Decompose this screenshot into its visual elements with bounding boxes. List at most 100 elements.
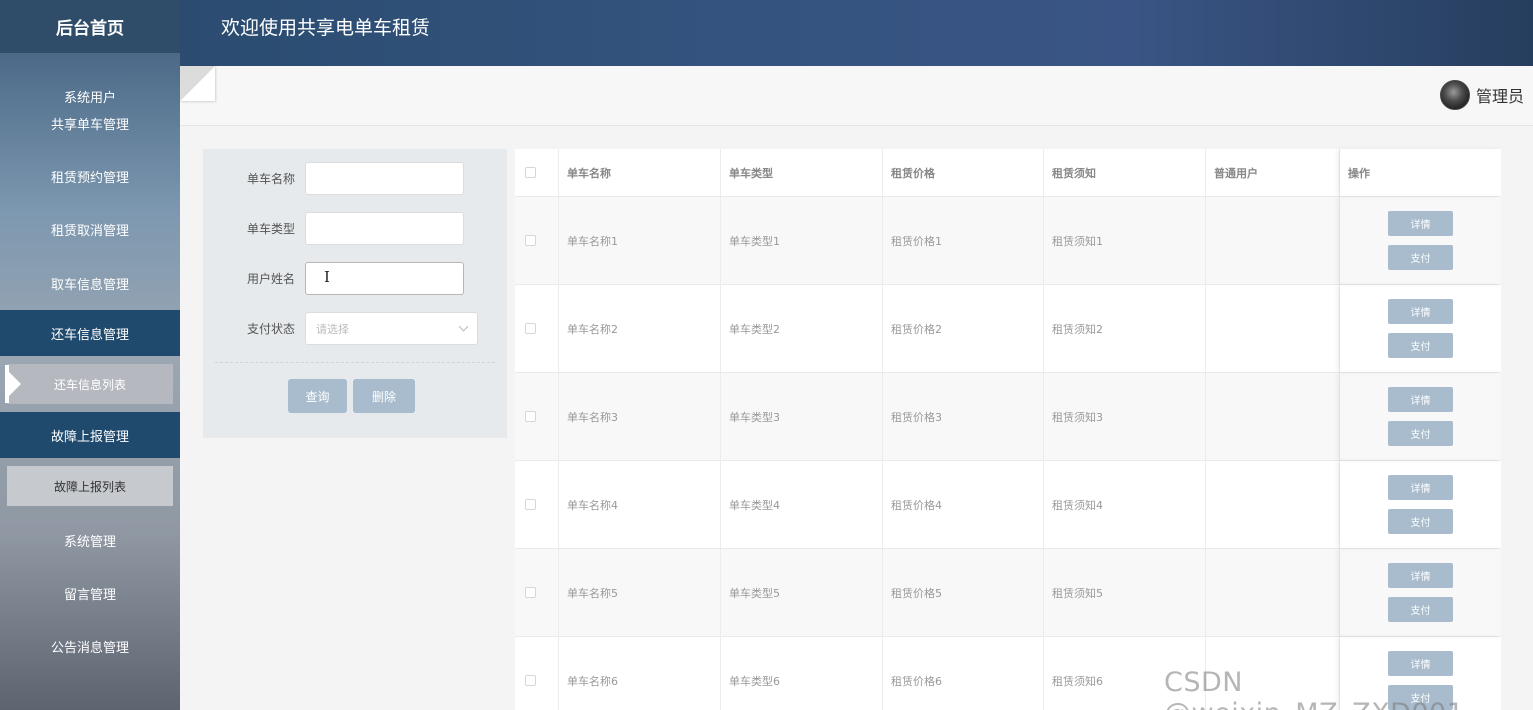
pay-status-select[interactable]: 请选择 [305, 312, 478, 345]
row-checkbox-cell [515, 285, 559, 372]
form-row-pay-status: 支付状态 请选择 [203, 312, 478, 345]
column-header: 普通用户 [1206, 149, 1340, 196]
pay-button[interactable]: 支付 [1388, 333, 1453, 358]
cell-bike-type: 单车类型2 [721, 285, 883, 372]
cell-regular-user [1206, 373, 1340, 460]
column-header: 操作 [1340, 149, 1501, 196]
cell-bike-type: 单车类型1 [721, 197, 883, 284]
user-name[interactable]: 管理员 [1476, 83, 1524, 107]
table-row: 单车名称1 单车类型1 租赁价格1 租赁须知1 详情支付 [515, 197, 1501, 285]
watermark: CSDN @weixin_MZ_ZXD001 [1164, 667, 1464, 710]
avatar[interactable] [1439, 80, 1470, 110]
cell-bike-type: 单车类型6 [721, 637, 883, 710]
table-row: 单车名称2 单车类型2 租赁价格2 租赁须知2 详情 支付 [515, 285, 1501, 373]
pay-button[interactable]: 支付 [1388, 421, 1453, 446]
header-checkbox-cell [515, 149, 559, 196]
column-header: 单车名称 [559, 149, 721, 196]
cell-actions: 详情 支付 [1340, 461, 1501, 548]
row-checkbox[interactable] [525, 235, 536, 246]
cell-actions: 详情 支付 [1340, 197, 1501, 284]
row-checkbox[interactable] [525, 587, 536, 598]
cell-rental-price: 租赁价格4 [883, 461, 1044, 548]
cell-rental-notice: 租赁须知3 [1044, 373, 1206, 460]
select-all-checkbox[interactable] [525, 167, 536, 178]
search-panel: 单车名称 单车类型 用户姓名 I 支付状态 请选择 查询 删除 [203, 149, 507, 438]
form-row-bike-name: 单车名称 [203, 162, 464, 195]
user-menu[interactable]: 管理员 [1439, 80, 1524, 110]
table-header-row: 单车名称 单车类型 租赁价格 租赁须知 普通用户 操作 [515, 149, 1501, 197]
sidebar-item-bike-management[interactable]: 共享单车管理 [0, 96, 180, 150]
cell-bike-name: 单车名称1 [559, 197, 721, 284]
pay-button[interactable]: 支付 [1388, 509, 1453, 534]
cell-rental-price: 租赁价格2 [883, 285, 1044, 372]
sidebar-item-return-info[interactable]: 还车信息管理 [0, 310, 180, 356]
detail-button[interactable]: 详情 [1388, 475, 1453, 500]
cell-bike-name: 单车名称4 [559, 461, 721, 548]
sidebar-toggle-icon[interactable] [180, 66, 215, 101]
row-checkbox-cell [515, 637, 559, 710]
cell-bike-name: 单车名称6 [559, 637, 721, 710]
table-row: 单车名称5 单车类型5 租赁价格5 租赁须知5 详情 支付 [515, 549, 1501, 637]
cell-rental-price: 租赁价格1 [883, 197, 1044, 284]
bike-type-input[interactable] [305, 212, 464, 245]
detail-button[interactable]: 详情 [1388, 299, 1453, 324]
detail-button[interactable]: 详情 [1388, 563, 1453, 588]
cell-rental-notice: 租赁须知1 [1044, 197, 1206, 284]
sidebar-item-system-management[interactable]: 系统管理 [0, 514, 180, 567]
sidebar-item-rental-booking[interactable]: 租赁预约管理 [0, 150, 180, 203]
bike-name-label: 单车名称 [246, 172, 295, 186]
cell-regular-user [1206, 549, 1340, 636]
active-arrow-icon [5, 365, 21, 403]
detail-button[interactable]: 详情 [1388, 211, 1453, 236]
cell-bike-name: 单车名称2 [559, 285, 721, 372]
form-row-bike-type: 单车类型 [203, 212, 464, 245]
cell-regular-user [1206, 461, 1340, 548]
pay-button[interactable]: 支付 [1388, 597, 1453, 622]
user-name-input-wrap: I [305, 262, 464, 295]
sidebar-item-rental-cancel[interactable]: 租赁取消管理 [0, 203, 180, 256]
cell-rental-notice: 租赁须知5 [1044, 549, 1206, 636]
column-header: 租赁价格 [883, 149, 1044, 196]
delete-button[interactable]: 删除 [353, 379, 415, 413]
sidebar-item-system-users[interactable]: 系统用户 [0, 53, 180, 106]
row-checkbox[interactable] [525, 499, 536, 510]
cell-actions: 详情 支付 [1340, 373, 1501, 460]
table-row: 单车名称3 单车类型3 租赁价格3 租赁须知3 详情 支付 [515, 373, 1501, 461]
cell-rental-price: 租赁价格6 [883, 637, 1044, 710]
row-checkbox[interactable] [525, 323, 536, 334]
sidebar-subitem-return-list[interactable]: 还车信息列表 [7, 364, 173, 404]
sidebar-subitem-fault-list[interactable]: 故障上报列表 [7, 466, 173, 506]
pay-button[interactable]: 支付 [1388, 245, 1453, 270]
column-header: 租赁须知 [1044, 149, 1206, 196]
sidebar: 后台首页 系统用户 共享单车管理 租赁预约管理 租赁取消管理 取车信息管理 还车… [0, 0, 180, 710]
row-checkbox[interactable] [525, 675, 536, 686]
cell-bike-name: 单车名称3 [559, 373, 721, 460]
sidebar-item-messages[interactable]: 留言管理 [0, 567, 180, 620]
sidebar-item-fault-report[interactable]: 故障上报管理 [0, 412, 180, 458]
cell-regular-user [1206, 285, 1340, 372]
divider [215, 362, 495, 363]
query-button[interactable]: 查询 [288, 379, 347, 413]
sidebar-subitem-return-list-wrap: 还车信息列表 [0, 356, 180, 412]
user-name-label: 用户姓名 [246, 272, 295, 286]
topbar: 管理员 [180, 66, 1533, 126]
sidebar-item-pickup-info[interactable]: 取车信息管理 [0, 256, 180, 310]
cell-bike-type: 单车类型5 [721, 549, 883, 636]
data-table: 单车名称 单车类型 租赁价格 租赁须知 普通用户 操作 单车名称1 单车类型1 租赁… [515, 149, 1501, 710]
sidebar-brand-home[interactable]: 后台首页 [0, 0, 180, 53]
table-row: 单车名称4 单车类型4 租赁价格4 租赁须知4 详情 支付 [515, 461, 1501, 549]
row-checkbox-cell [515, 197, 559, 284]
chevron-down-icon [458, 321, 469, 332]
detail-button[interactable]: 详情 [1388, 387, 1453, 412]
row-checkbox[interactable] [525, 411, 536, 422]
form-row-user-name: 用户姓名 I [203, 262, 464, 295]
header: 欢迎使用共享电单车租赁 [180, 0, 1533, 66]
cell-actions: 详情 支付 [1340, 285, 1501, 372]
row-checkbox-cell [515, 461, 559, 548]
cell-actions: 详情 支付 [1340, 549, 1501, 636]
bike-name-input[interactable] [305, 162, 464, 195]
cell-rental-price: 租赁价格3 [883, 373, 1044, 460]
text-cursor-icon: I [324, 268, 330, 286]
sidebar-item-announcements[interactable]: 公告消息管理 [0, 620, 180, 673]
header-title: 欢迎使用共享电单车租赁 [221, 17, 431, 39]
